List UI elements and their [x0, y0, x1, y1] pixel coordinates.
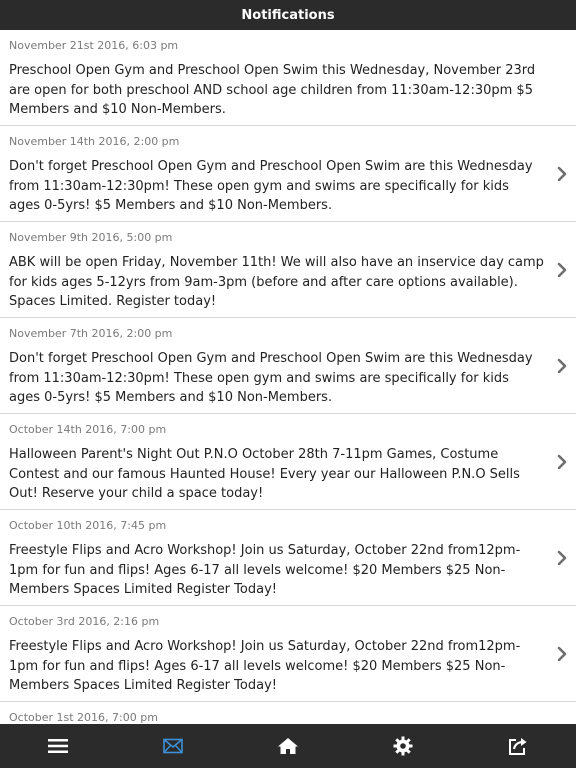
share-icon — [509, 738, 527, 755]
chevron-right-icon — [557, 454, 567, 470]
tab-menu[interactable] — [35, 724, 81, 768]
chevron-right-icon — [557, 358, 567, 374]
tab-share[interactable] — [495, 724, 541, 768]
notification-message: Halloween Parent's Night Out P.N.O Octob… — [9, 447, 520, 501]
notification-date: October 3rd 2016, 2:16 pm — [9, 615, 160, 628]
notification-item[interactable]: October 14th 2016, 7:00 pm Halloween Par… — [0, 414, 576, 510]
notification-item[interactable]: November 7th 2016, 2:00 pm Don't forget … — [0, 318, 576, 414]
notification-date: October 14th 2016, 7:00 pm — [9, 423, 167, 436]
notification-date: October 1st 2016, 7:00 pm — [9, 711, 158, 724]
notification-item[interactable]: October 1st 2016, 7:00 pm — [0, 702, 576, 724]
notification-date: October 10th 2016, 7:45 pm — [9, 519, 167, 532]
chevron-right-icon — [557, 262, 567, 278]
bottom-tab-bar — [0, 724, 576, 768]
gear-icon — [393, 736, 413, 756]
chevron-right-icon — [557, 550, 567, 566]
notification-message: ABK will be open Friday, November 11th! … — [9, 255, 544, 309]
notification-item: November 21st 2016, 6:03 pm Preschool Op… — [0, 30, 576, 126]
notification-item[interactable]: November 9th 2016, 5:00 pm ABK will be o… — [0, 222, 576, 318]
tab-notifications[interactable] — [150, 724, 196, 768]
notification-date: November 9th 2016, 5:00 pm — [9, 231, 173, 244]
page-title: Notifications — [241, 7, 335, 23]
notification-date: November 21st 2016, 6:03 pm — [9, 39, 179, 52]
notification-list[interactable]: November 21st 2016, 6:03 pm Preschool Op… — [0, 30, 576, 724]
tab-settings[interactable] — [380, 724, 426, 768]
menu-icon — [48, 739, 68, 753]
chevron-right-icon — [557, 166, 567, 182]
home-icon — [278, 738, 298, 754]
chevron-right-icon — [557, 646, 567, 662]
tab-home[interactable] — [265, 724, 311, 768]
notification-item[interactable]: October 10th 2016, 7:45 pm Freestyle Fli… — [0, 510, 576, 606]
notification-message: Freestyle Flips and Acro Workshop! Join … — [9, 639, 521, 693]
notification-date: November 14th 2016, 2:00 pm — [9, 135, 180, 148]
notification-item[interactable]: November 14th 2016, 2:00 pm Don't forget… — [0, 126, 576, 222]
notification-message: Don't forget Preschool Open Gym and Pres… — [9, 351, 533, 405]
notification-message: Preschool Open Gym and Preschool Open Sw… — [9, 63, 536, 117]
notification-message: Freestyle Flips and Acro Workshop! Join … — [9, 543, 521, 597]
notification-message: Don't forget Preschool Open Gym and Pres… — [9, 159, 533, 213]
notification-date: November 7th 2016, 2:00 pm — [9, 327, 173, 340]
notification-item[interactable]: October 3rd 2016, 2:16 pm Freestyle Flip… — [0, 606, 576, 702]
envelope-icon — [163, 738, 183, 754]
header-bar: Notifications — [0, 0, 576, 30]
